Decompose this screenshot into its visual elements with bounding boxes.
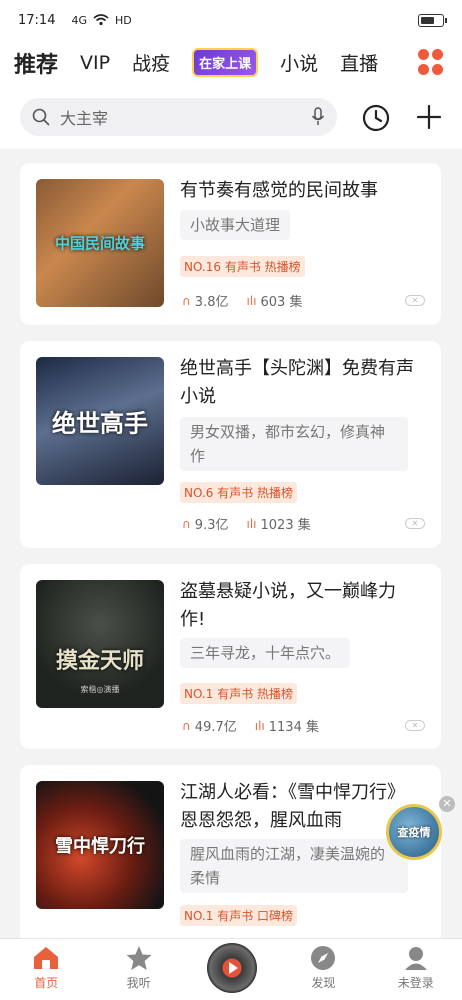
tab-epidemic[interactable]: 战疫 (132, 49, 170, 76)
tab-vip[interactable]: VIP (80, 52, 110, 74)
nav-home[interactable]: 首页 (0, 939, 92, 1000)
wifi-icon (93, 14, 109, 26)
tab-novel[interactable]: 小说 (280, 49, 318, 76)
nav-mine[interactable]: 我听 (92, 939, 184, 1000)
network-indicator: 4G (71, 13, 87, 27)
cover-title: 摸金天师 (55, 648, 144, 675)
headphones-icon: ∩ (182, 293, 191, 308)
clock-icon[interactable] (361, 103, 391, 133)
feed-card[interactable]: 雪中悍刀行 江湖人必看：《雪中悍刀行》恩恩怨怨，腥风血雨 腥风血雨的江湖，凄美温… (20, 765, 441, 945)
tab-home-class[interactable]: 在家上课 (192, 48, 259, 77)
audio-wave-icon: ılı (254, 718, 265, 733)
compass-icon (311, 946, 336, 970)
rank-tag[interactable]: NO.1 有声书 口碑榜 (180, 905, 298, 926)
dismiss-icon[interactable]: ✕ (405, 518, 425, 529)
category-tabs: 推荐 VIP 战疫 在家上课 小说 直播 (0, 40, 462, 85)
album-cover[interactable]: 中国民间故事 (36, 179, 164, 307)
audio-wave-icon: ılı (246, 293, 257, 308)
card-title: 盗墓悬疑小说，又一巅峰力作! (180, 581, 396, 630)
search-icon (32, 108, 50, 126)
rank-tag[interactable]: NO.1 有声书 热播榜 (180, 683, 298, 704)
episode-count: 1023 集 (260, 518, 311, 533)
card-desc: 小故事大道理 (180, 210, 291, 240)
cover-title: 绝世高手 (52, 408, 148, 438)
nav-discover[interactable]: 发现 (277, 939, 369, 1000)
card-desc: 男女双播，都市玄幻，修真神作 (180, 417, 408, 471)
card-title: 有节奏有感觉的民间故事 (180, 180, 378, 201)
card-desc: 腥风血雨的江湖，凄美温婉的柔情 (180, 839, 408, 893)
feed-card[interactable]: 中国民间故事 有节奏有感觉的民间故事 小故事大道理 NO.16 有声书 热播榜 … (20, 163, 441, 325)
card-stats: ∩ 3.8亿 ılı 603 集 (182, 291, 303, 311)
tab-recommend[interactable]: 推荐 (14, 47, 58, 79)
card-stats: ∩ 9.3亿 ılı 1023 集 (182, 514, 311, 534)
feed-card[interactable]: 绝世高手 绝世高手【头陀渊】免费有声小说 男女双播，都市玄幻，修真神作 NO.6… (20, 341, 441, 548)
album-cover[interactable]: 摸金天师 索楷◎演播 (36, 580, 164, 708)
feed-card[interactable]: 摸金天师 索楷◎演播 盗墓悬疑小说，又一巅峰力作! 三年寻龙，十年点穴。 NO.… (20, 564, 441, 749)
record-disc-icon (206, 943, 257, 993)
status-time: 17:14 (18, 12, 56, 28)
player-button[interactable] (185, 939, 277, 1000)
hd-indicator: HD (115, 13, 132, 27)
nav-mine-label: 我听 (126, 976, 151, 990)
play-count: 3.8亿 (194, 295, 229, 310)
app-grid-icon[interactable] (418, 49, 444, 75)
rank-tag[interactable]: NO.16 有声书 热播榜 (180, 256, 305, 277)
search-row: 大主宰 (0, 85, 462, 149)
audio-wave-icon: ılı (246, 516, 257, 531)
nav-login[interactable]: 未登录 (370, 939, 462, 1000)
cover-title: 雪中悍刀行 (55, 836, 145, 857)
bottom-nav: 首页 我听 发现 未登录 (0, 938, 462, 1000)
search-placeholder: 大主宰 (60, 109, 109, 128)
mic-icon[interactable] (311, 107, 325, 127)
epidemic-badge[interactable]: 查疫情 (386, 804, 442, 860)
plus-icon[interactable] (415, 103, 443, 131)
close-icon[interactable]: ✕ (439, 796, 455, 812)
cover-title: 中国民间故事 (54, 234, 145, 253)
battery-icon (418, 13, 447, 27)
status-bar: 17:14 4G HD (0, 0, 462, 40)
cover-subtitle: 索楷◎演播 (80, 685, 120, 694)
card-title: 江湖人必看：《雪中悍刀行》恩恩怨怨，腥风血雨 (180, 782, 405, 831)
play-count: 9.3亿 (194, 518, 229, 533)
nav-discover-label: 发现 (311, 976, 336, 990)
tab-live[interactable]: 直播 (340, 49, 378, 76)
card-desc: 三年寻龙，十年点穴。 (180, 638, 351, 668)
play-count: 49.7亿 (194, 720, 237, 735)
tabs-fade (402, 46, 410, 80)
rank-tag[interactable]: NO.6 有声书 热播榜 (180, 482, 298, 503)
album-cover[interactable]: 绝世高手 (36, 357, 164, 485)
nav-login-label: 未登录 (397, 976, 434, 990)
home-icon (34, 947, 59, 969)
headphones-icon: ∩ (182, 516, 191, 531)
episode-count: 603 集 (260, 295, 303, 310)
dismiss-icon[interactable]: ✕ (405, 295, 425, 306)
card-stats: ∩ 49.7亿 ılı 1134 集 (182, 716, 319, 736)
album-cover[interactable]: 雪中悍刀行 (36, 781, 164, 909)
episode-count: 1134 集 (268, 720, 319, 735)
card-title: 绝世高手【头陀渊】免费有声小说 (180, 358, 414, 407)
star-icon (126, 946, 152, 970)
dismiss-icon[interactable]: ✕ (405, 720, 425, 731)
user-icon (404, 947, 427, 970)
nav-home-label: 首页 (34, 976, 59, 990)
search-input[interactable]: 大主宰 (20, 98, 337, 136)
headphones-icon: ∩ (182, 718, 191, 733)
